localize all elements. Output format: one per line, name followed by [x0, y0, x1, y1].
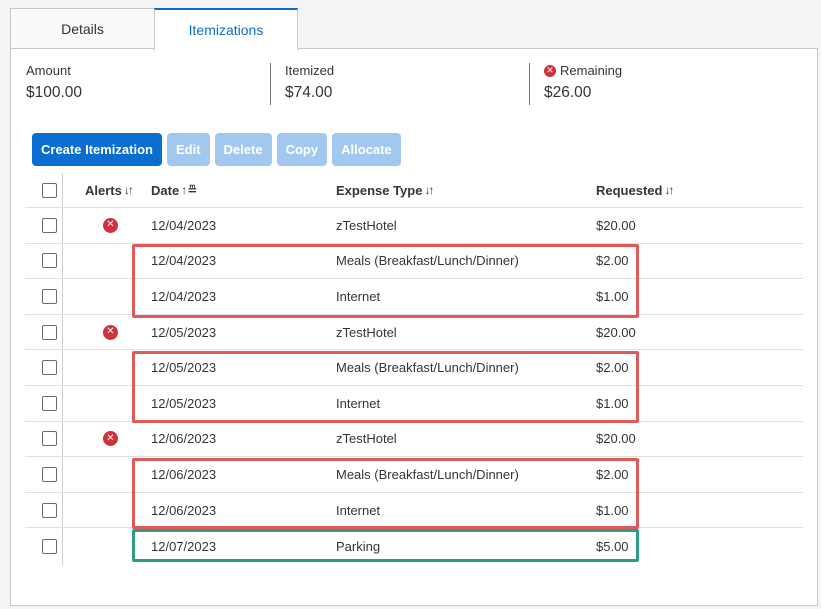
row-expense-type: Meals (Breakfast/Lunch/Dinner) [336, 253, 519, 269]
tab-itemizations-label: Itemizations [188, 22, 264, 38]
row-date: 12/06/2023 [151, 502, 217, 518]
row-date: 12/06/2023 [151, 466, 217, 482]
table-row[interactable]: 12/07/2023 Parking $5.00 [25, 528, 803, 564]
header-expense-type[interactable]: Expense Type ↓↑ [336, 173, 434, 207]
row-checkbox[interactable] [42, 253, 57, 269]
row-expense-type: Internet [336, 288, 381, 304]
itemizations-panel: Amount $100.00 Itemized $74.00 ✕ Remaini… [10, 48, 818, 606]
table-header: Alerts ↓↑ Date ↑≞ Expense Type ↓↑ Requested… [25, 173, 803, 208]
sort-icon: ↓↑ [424, 183, 434, 197]
summary-itemized: Itemized $74.00 [285, 63, 334, 102]
row-checkbox[interactable] [42, 324, 57, 340]
remaining-value: $26.00 [544, 84, 592, 101]
itemized-value: $74.00 [285, 84, 333, 101]
header-alerts[interactable]: Alerts ↓↑ [85, 173, 134, 207]
row-checkbox[interactable] [42, 395, 57, 411]
itemizations-table: Alerts ↓↑ Date ↑≞ Expense Type ↓↑ Requested… [25, 173, 803, 564]
table-row[interactable]: ✕ 12/04/2023 zTestHotel $20.00 [25, 208, 803, 244]
table-row[interactable]: 12/06/2023 Meals (Breakfast/Lunch/Dinner… [25, 457, 803, 493]
row-requested: $2.00 [596, 360, 629, 376]
error-icon[interactable]: ✕ [103, 431, 118, 447]
tab-itemizations[interactable]: Itemizations [154, 8, 298, 50]
delete-button[interactable]: Delete [214, 133, 272, 166]
sort-icon: ↓↑ [664, 183, 674, 197]
error-icon[interactable]: ✕ [103, 217, 118, 233]
select-all-checkbox[interactable] [42, 182, 57, 198]
row-date: 12/04/2023 [151, 253, 217, 269]
row-expense-type: zTestHotel [336, 217, 397, 233]
tab-details-label: Details [61, 21, 104, 37]
error-icon[interactable]: ✕ [103, 324, 118, 340]
amount-value: $100.00 [26, 84, 83, 101]
tab-details[interactable]: Details [10, 8, 155, 49]
row-requested: $20.00 [596, 217, 636, 233]
error-icon: ✕ [544, 64, 556, 77]
row-requested: $5.00 [596, 538, 629, 554]
row-date: 12/07/2023 [151, 538, 217, 554]
table-row[interactable]: 12/05/2023 Meals (Breakfast/Lunch/Dinner… [25, 350, 803, 386]
header-date[interactable]: Date ↑≞ [151, 173, 197, 207]
table-row[interactable]: 12/04/2023 Meals (Breakfast/Lunch/Dinner… [25, 244, 803, 280]
copy-button[interactable]: Copy [276, 133, 328, 166]
table-row[interactable]: 12/04/2023 Internet $1.00 [25, 279, 803, 315]
row-checkbox[interactable] [42, 431, 57, 447]
allocate-button[interactable]: Allocate [332, 133, 401, 166]
row-requested: $1.00 [596, 502, 629, 518]
row-date: 12/05/2023 [151, 395, 217, 411]
row-expense-type: Internet [336, 502, 381, 518]
row-checkbox[interactable] [42, 538, 57, 554]
row-requested: $20.00 [596, 431, 636, 447]
row-checkbox[interactable] [42, 360, 57, 376]
row-date: 12/06/2023 [151, 431, 217, 447]
summary-remaining: ✕ Remaining $26.00 [544, 63, 622, 102]
row-checkbox[interactable] [42, 466, 57, 482]
row-requested: $1.00 [596, 395, 629, 411]
row-expense-type: zTestHotel [336, 431, 397, 447]
row-date: 12/05/2023 [151, 324, 217, 340]
header-requested[interactable]: Requested ↓↑ [596, 173, 674, 207]
row-expense-type: Parking [336, 538, 381, 554]
toolbar: Create Itemization Edit Delete Copy Allo… [32, 133, 401, 166]
row-requested: $2.00 [596, 253, 629, 269]
summary-divider [529, 63, 530, 105]
row-expense-type: Internet [336, 395, 381, 411]
row-requested: $20.00 [596, 324, 636, 340]
row-expense-type: Meals (Breakfast/Lunch/Dinner) [336, 360, 519, 376]
row-expense-type: Meals (Breakfast/Lunch/Dinner) [336, 466, 519, 482]
row-date: 12/04/2023 [151, 217, 217, 233]
summary-amount: Amount $100.00 [26, 63, 82, 102]
row-requested: $1.00 [596, 288, 629, 304]
table-row[interactable]: 12/06/2023 Internet $1.00 [25, 493, 803, 529]
table-row[interactable]: 12/05/2023 Internet $1.00 [25, 386, 803, 422]
sort-ascending-icon: ↑≞ [181, 183, 198, 197]
row-checkbox[interactable] [42, 288, 57, 304]
row-checkbox[interactable] [42, 217, 57, 233]
sort-icon: ↓↑ [123, 183, 134, 197]
summary-divider [270, 63, 271, 105]
remaining-label: Remaining [560, 63, 623, 78]
table-row[interactable]: ✕ 12/06/2023 zTestHotel $20.00 [25, 422, 803, 458]
row-date: 12/05/2023 [151, 360, 217, 376]
itemized-label: Itemized [285, 63, 335, 78]
create-itemization-button[interactable]: Create Itemization [32, 133, 162, 166]
edit-button[interactable]: Edit [166, 133, 210, 166]
row-expense-type: zTestHotel [336, 324, 397, 340]
row-checkbox[interactable] [42, 502, 57, 518]
row-date: 12/04/2023 [151, 288, 217, 304]
amount-label: Amount [26, 63, 71, 78]
row-requested: $2.00 [596, 466, 629, 482]
table-row[interactable]: ✕ 12/05/2023 zTestHotel $20.00 [25, 315, 803, 351]
